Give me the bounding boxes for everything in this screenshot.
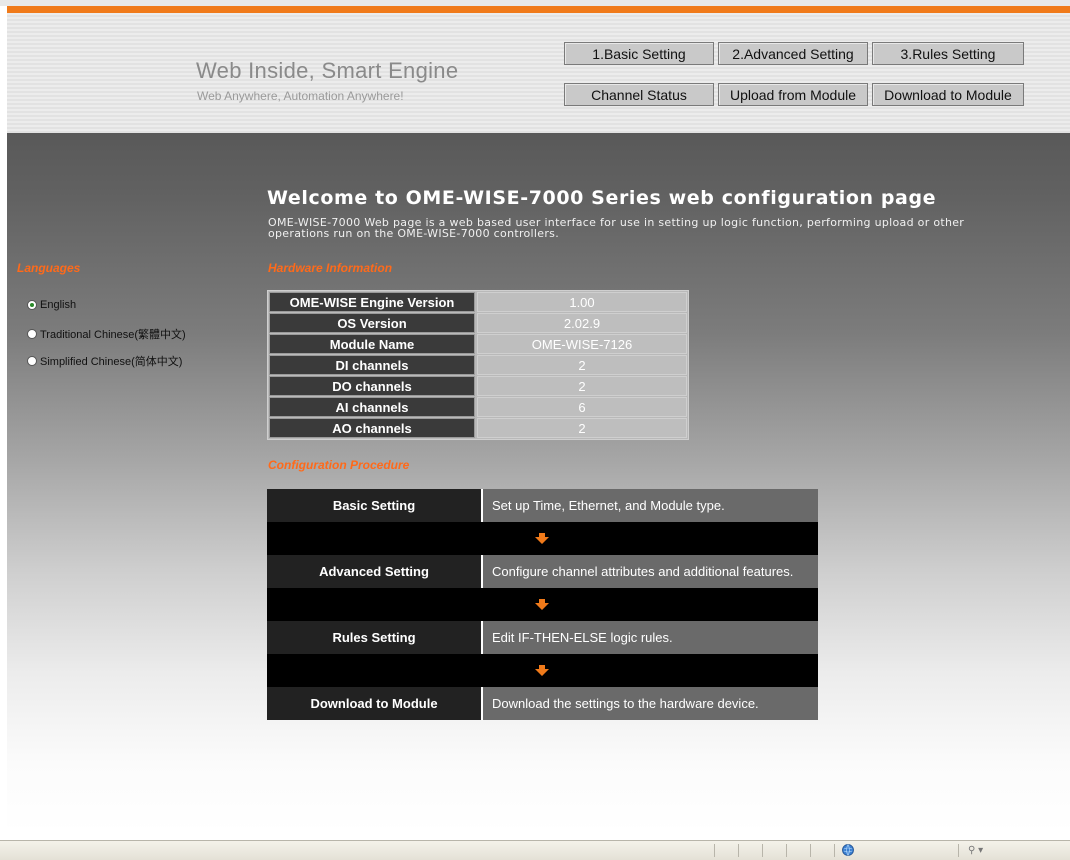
radio-selected-icon[interactable] (27, 300, 37, 310)
step-description: Edit IF-THEN-ELSE logic rules. (483, 621, 818, 654)
status-divider (786, 844, 787, 857)
configuration-procedure: Basic Setting Set up Time, Ethernet, and… (267, 489, 818, 720)
hw-label: OME-WISE Engine Version (269, 292, 475, 312)
slogan-sub: Web Anywhere, Automation Anywhere! (197, 89, 404, 103)
language-label: Simplified Chinese(简体中文) (40, 356, 183, 368)
table-row: DI channels 2 (269, 355, 687, 375)
step-name: Download to Module (267, 687, 483, 720)
language-option-simplified-chinese[interactable]: Simplified Chinese(简体中文) (27, 353, 182, 369)
table-row: DO channels 2 (269, 376, 687, 396)
step-description: Configure channel attributes and additio… (483, 555, 818, 588)
hw-value: 6 (477, 397, 687, 417)
procedure-step-rules: Rules Setting Edit IF-THEN-ELSE logic ru… (267, 621, 818, 654)
radio-icon[interactable] (27, 356, 37, 366)
table-row: AI channels 6 (269, 397, 687, 417)
browser-status-bar: ⚲ ▾ (0, 840, 1070, 860)
page-title: Welcome to OME-WISE-7000 Series web conf… (267, 187, 937, 209)
basic-setting-button[interactable]: 1.Basic Setting (564, 42, 714, 65)
step-description: Download the settings to the hardware de… (483, 687, 818, 720)
download-to-module-button[interactable]: Download to Module (872, 83, 1024, 106)
advanced-setting-button[interactable]: 2.Advanced Setting (718, 42, 868, 65)
step-name: Advanced Setting (267, 555, 483, 588)
procedure-arrow-row (267, 588, 818, 621)
internet-zone-icon (842, 844, 854, 856)
hw-label: AO channels (269, 418, 475, 438)
hw-value: OME-WISE-7126 (477, 334, 687, 354)
procedure-arrow-row (267, 654, 818, 687)
step-description: Set up Time, Ethernet, and Module type. (483, 489, 818, 522)
table-row: Module Name OME-WISE-7126 (269, 334, 687, 354)
zoom-icon[interactable]: ⚲ ▾ (968, 845, 983, 856)
rules-setting-button[interactable]: 3.Rules Setting (872, 42, 1024, 65)
arrow-down-icon (535, 665, 549, 676)
table-row: OME-WISE Engine Version 1.00 (269, 292, 687, 312)
status-divider (738, 844, 739, 857)
procedure-arrow-row (267, 522, 818, 555)
channel-status-button[interactable]: Channel Status (564, 83, 714, 106)
hw-label: DI channels (269, 355, 475, 375)
slogan-main: Web Inside, Smart Engine (196, 58, 459, 83)
status-divider (958, 844, 959, 857)
procedure-step-advanced: Advanced Setting Configure channel attri… (267, 555, 818, 588)
language-option-traditional-chinese[interactable]: Traditional Chinese(繁體中文) (27, 326, 186, 342)
status-divider (834, 844, 835, 857)
table-row: OS Version 2.02.9 (269, 313, 687, 333)
procedure-step-basic: Basic Setting Set up Time, Ethernet, and… (267, 489, 818, 522)
step-name: Basic Setting (267, 489, 483, 522)
accent-bar (7, 6, 1070, 13)
language-option-english[interactable]: English (27, 299, 76, 311)
page-description: OME-WISE-7000 Web page is a web based us… (268, 216, 965, 240)
language-label: English (40, 299, 77, 311)
hw-value: 1.00 (477, 292, 687, 312)
hw-label: DO channels (269, 376, 475, 396)
hardware-heading: Hardware Information (268, 261, 393, 275)
procedure-heading: Configuration Procedure (268, 458, 410, 472)
hw-label: Module Name (269, 334, 475, 354)
languages-heading: Languages (17, 261, 81, 275)
status-divider (714, 844, 715, 857)
upload-from-module-button[interactable]: Upload from Module (718, 83, 868, 106)
page-header (7, 13, 1070, 133)
radio-icon[interactable] (27, 329, 37, 339)
hw-label: AI channels (269, 397, 475, 417)
hw-value: 2 (477, 355, 687, 375)
language-label: Traditional Chinese(繁體中文) (40, 329, 186, 341)
hw-label: OS Version (269, 313, 475, 333)
hardware-info-table: OME-WISE Engine Version 1.00 OS Version … (267, 290, 689, 440)
procedure-step-download: Download to Module Download the settings… (267, 687, 818, 720)
status-divider (810, 844, 811, 857)
status-divider (762, 844, 763, 857)
step-name: Rules Setting (267, 621, 483, 654)
hw-value: 2 (477, 376, 687, 396)
arrow-down-icon (535, 599, 549, 610)
arrow-down-icon (535, 533, 549, 544)
hw-value: 2 (477, 418, 687, 438)
hw-value: 2.02.9 (477, 313, 687, 333)
table-row: AO channels 2 (269, 418, 687, 438)
